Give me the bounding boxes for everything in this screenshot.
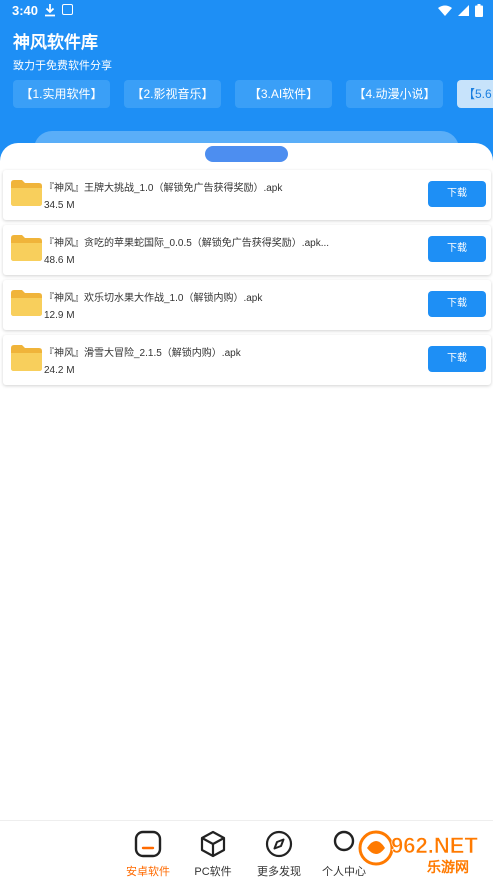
nav-android-software[interactable]: 安卓软件 (118, 829, 178, 879)
file-name: 『神风』滑雪大冒险_2.1.5（解锁内购）.apk (44, 348, 241, 359)
folder-icon (11, 345, 42, 371)
tab-category-2[interactable]: 【2.影视音乐】 (124, 80, 221, 108)
nav-label: PC软件 (194, 866, 232, 878)
tab-category-3[interactable]: 【3.AI软件】 (235, 80, 332, 108)
app-subtitle: 致力于免费软件分享 (13, 60, 112, 72)
person-icon (333, 830, 355, 852)
category-tabs: 【1.实用软件】 【2.影视音乐】 【3.AI软件】 【4.动漫小说】 【5.6 (13, 80, 493, 108)
nav-discover[interactable]: 更多发现 (249, 829, 309, 879)
file-size: 48.6 M (44, 255, 75, 266)
compass-icon (265, 830, 293, 858)
nav-label: 安卓软件 (126, 866, 170, 878)
file-item[interactable]: 『神风』王牌大挑战_1.0（解锁免广告获得奖励）.apk 34.5 M 下载 (3, 170, 491, 220)
file-name: 『神风』贪吃的苹果蛇国际_0.0.5（解锁免广告获得奖励）.apk... (44, 238, 330, 249)
watermark-subtext: 乐游网 (427, 859, 469, 876)
cube-icon (200, 830, 226, 858)
file-size: 24.2 M (44, 365, 75, 376)
battery-icon (475, 4, 483, 17)
site-watermark: 962.NET 乐游网 (358, 830, 479, 876)
folder-icon (11, 235, 42, 261)
download-button[interactable]: 下载 (428, 181, 486, 207)
download-status-icon (45, 4, 55, 17)
tab-category-5[interactable]: 【5.6 (457, 80, 493, 108)
wifi-icon (438, 5, 452, 16)
folder-icon (11, 180, 42, 206)
nav-label: 更多发现 (257, 866, 301, 878)
file-size: 34.5 M (44, 200, 75, 211)
file-name: 『神风』欢乐切水果大作战_1.0（解锁内购）.apk (44, 293, 263, 304)
download-button[interactable]: 下载 (428, 291, 486, 317)
nav-pc-software[interactable]: PC软件 (183, 829, 243, 879)
status-time: 3:40 (12, 3, 39, 18)
status-indicators (438, 4, 483, 17)
download-button[interactable]: 下载 (428, 346, 486, 372)
file-size: 12.9 M (44, 310, 75, 321)
download-button[interactable]: 下载 (428, 236, 486, 262)
tab-category-1[interactable]: 【1.实用软件】 (13, 80, 110, 108)
drag-handle[interactable] (205, 146, 288, 162)
file-item[interactable]: 『神风』滑雪大冒险_2.1.5（解锁内购）.apk 24.2 M 下载 (3, 335, 491, 385)
app-notification-icon (62, 4, 73, 15)
app-title: 神风软件库 (13, 33, 98, 52)
file-item[interactable]: 『神风』欢乐切水果大作战_1.0（解锁内购）.apk 12.9 M 下载 (3, 280, 491, 330)
watermark-text: 962.NET (391, 833, 478, 858)
folder-icon (11, 290, 42, 316)
file-item[interactable]: 『神风』贪吃的苹果蛇国际_0.0.5（解锁免广告获得奖励）.apk... 48.… (3, 225, 491, 275)
tab-category-4[interactable]: 【4.动漫小说】 (346, 80, 443, 108)
android-box-icon (134, 830, 162, 858)
status-bar: 3:40 (0, 0, 493, 24)
file-name: 『神风』王牌大挑战_1.0（解锁免广告获得奖励）.apk (44, 183, 283, 194)
signal-icon (458, 5, 469, 16)
